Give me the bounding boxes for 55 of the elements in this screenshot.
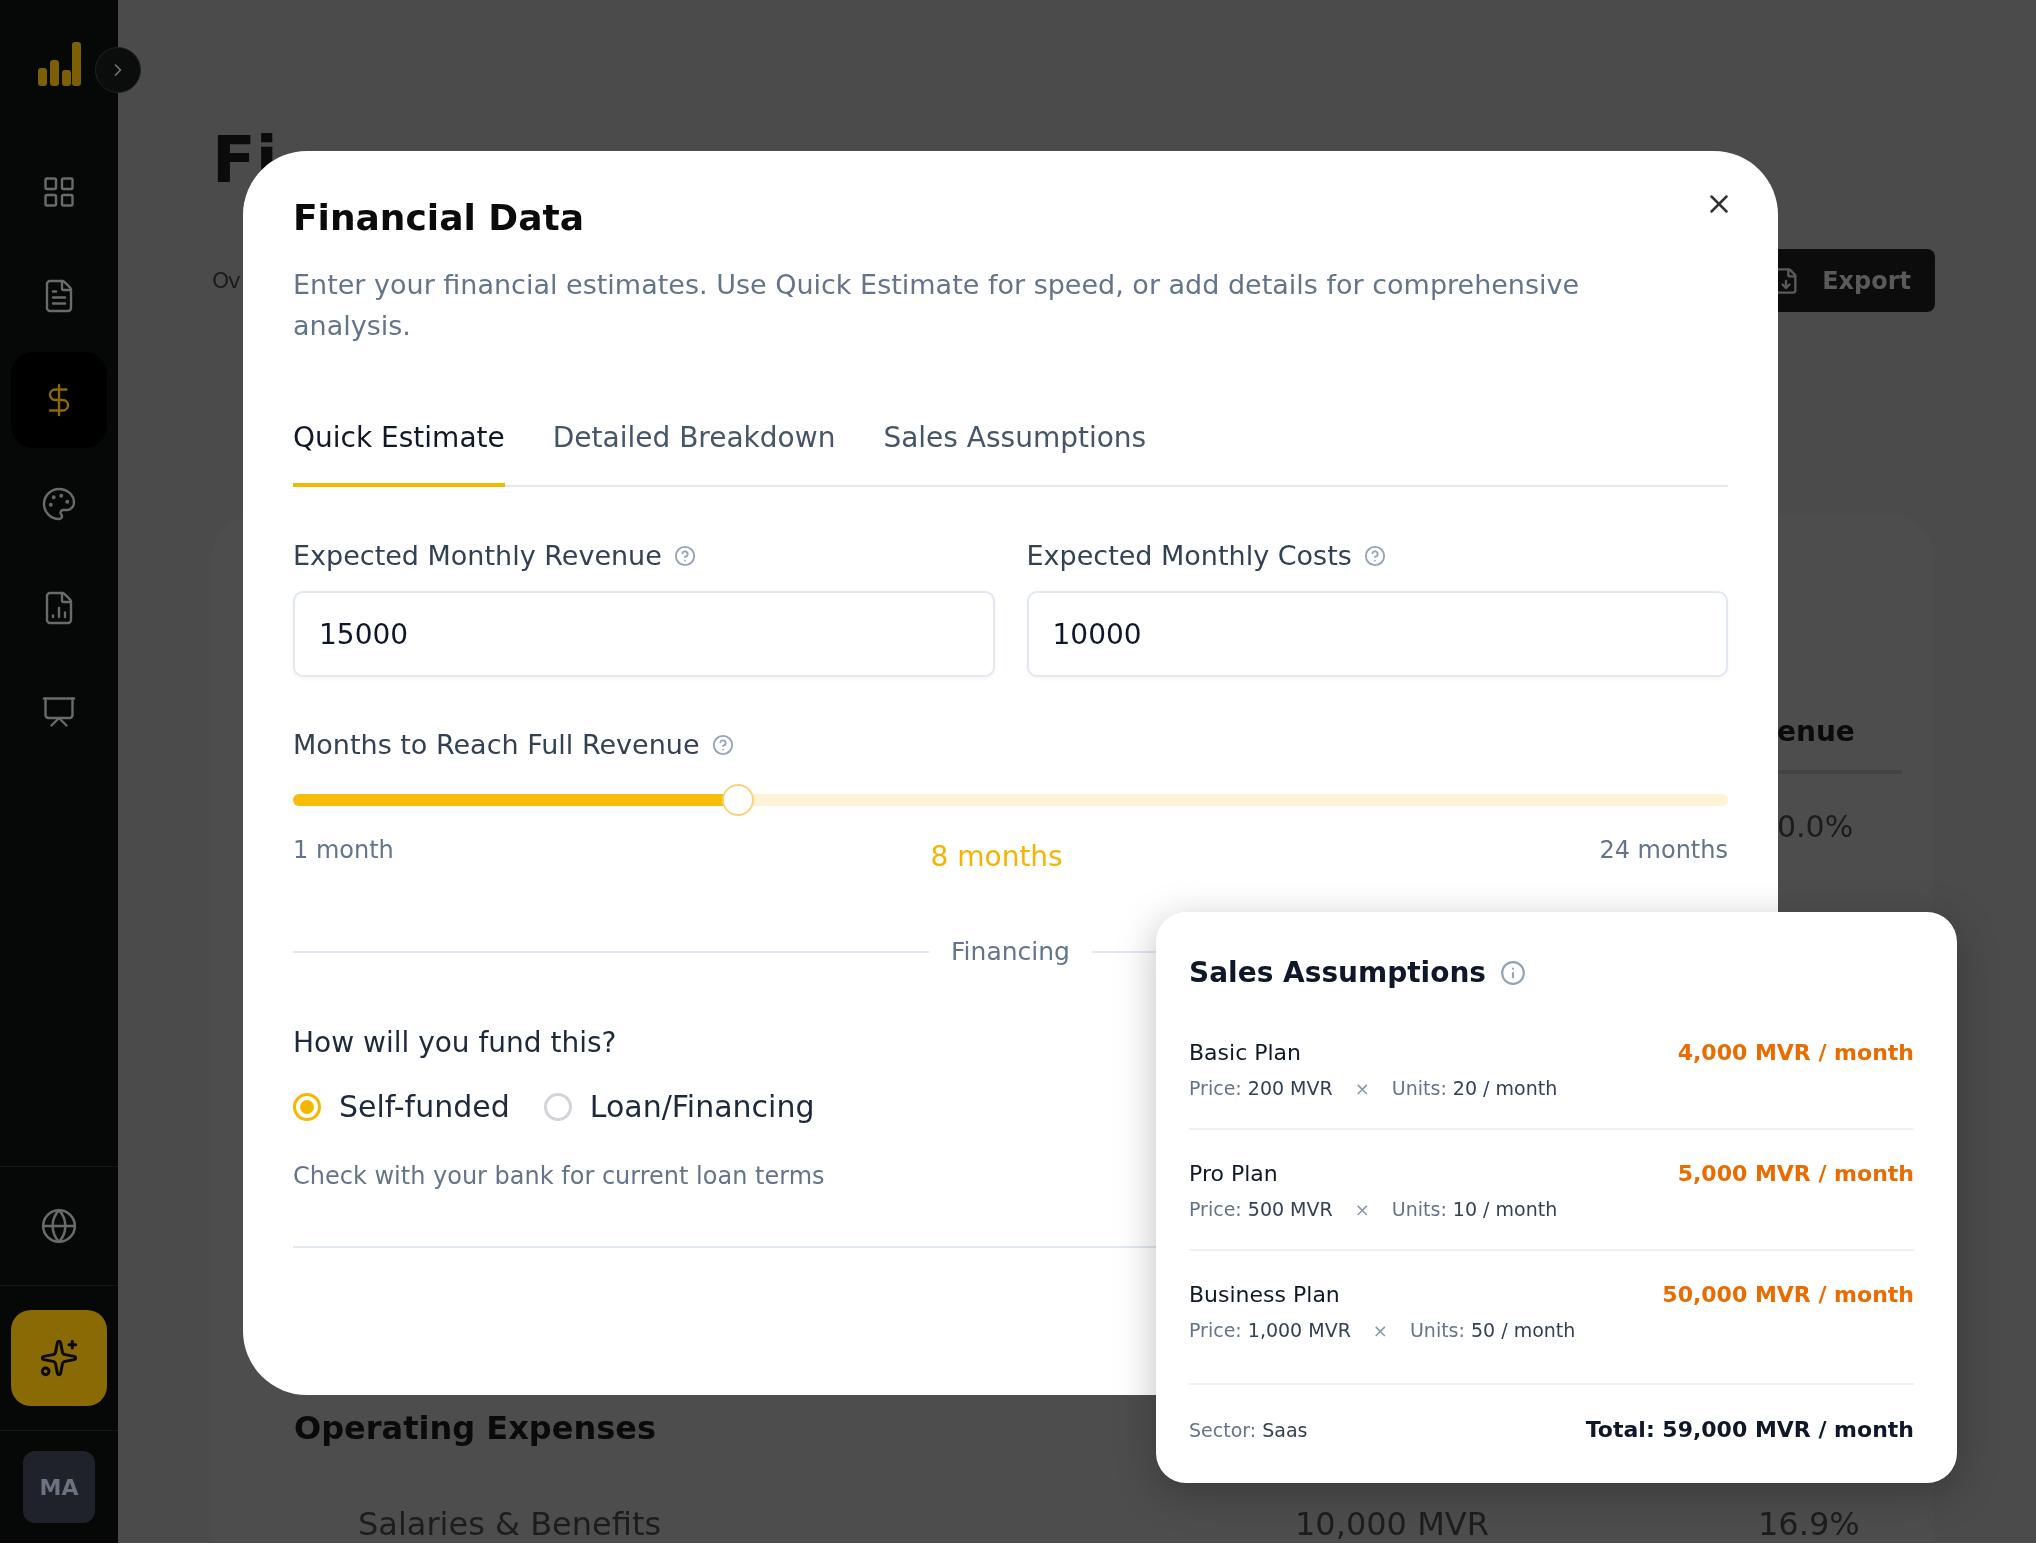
multiply-sign: × [1354, 1077, 1370, 1099]
info-icon[interactable] [1500, 959, 1527, 986]
slider-thumb[interactable] [721, 784, 754, 816]
help-icon[interactable] [711, 733, 734, 756]
card-title: Sales Assumptions [1189, 956, 1487, 989]
palette-icon [41, 486, 77, 522]
plan-units: Units: 50 / month [1409, 1319, 1576, 1341]
multiply-sign: × [1372, 1319, 1388, 1341]
plan-units: Units: 10 / month [1391, 1198, 1558, 1220]
help-icon[interactable] [1363, 544, 1386, 567]
plan-revenue: 50,000 MVR / month [1662, 1282, 1914, 1307]
help-icon[interactable] [673, 544, 696, 567]
plan-name: Pro Plan [1189, 1161, 1279, 1186]
plan-revenue: 5,000 MVR / month [1677, 1161, 1914, 1186]
nav-item[interactable] [11, 352, 107, 448]
tab[interactable]: Sales Assumptions [883, 421, 1147, 487]
slider-track[interactable] [293, 784, 1728, 816]
funding-note: Check with your bank for current loan terms [293, 1162, 825, 1190]
tab[interactable]: Detailed Breakdown [552, 421, 836, 487]
presentation-icon [41, 694, 77, 730]
plan-revenue: 4,000 MVR / month [1677, 1040, 1914, 1065]
grid-icon [41, 174, 77, 210]
min-label: 1 month [293, 836, 394, 864]
multiply-sign: × [1354, 1198, 1370, 1220]
plan-price: Price: 200 MVR [1189, 1077, 1333, 1099]
globe-button[interactable] [40, 1207, 78, 1245]
collapse-button[interactable] [95, 47, 141, 93]
field-label: Expected Monthly Costs [1026, 540, 1352, 571]
logo-icon [36, 40, 82, 88]
radio-option[interactable]: Loan/Financing [543, 1089, 815, 1124]
dialog-title: Financial Data [293, 197, 584, 238]
section-divider-label: Financing [951, 937, 1070, 966]
plan-name: Business Plan [1189, 1282, 1341, 1307]
globe-icon [40, 1207, 78, 1245]
plan-name: Basic Plan [1189, 1040, 1303, 1065]
plan-price: Price: 500 MVR [1189, 1198, 1333, 1220]
slider-value: 8 months [930, 840, 1063, 873]
input-field[interactable]: 15000 [293, 591, 995, 677]
field-label: Expected Monthly Revenue [293, 540, 662, 571]
max-label: 24 months [1599, 836, 1728, 864]
plan-price: Price: 1,000 MVR [1189, 1319, 1351, 1341]
radio-option[interactable]: Self-funded [293, 1089, 510, 1124]
sparkle-icon [39, 1338, 79, 1378]
radio-icon[interactable] [293, 1092, 321, 1121]
tab[interactable]: Quick Estimate [293, 421, 505, 487]
ai-assistant-button[interactable] [11, 1310, 107, 1406]
total-revenue: Total: 59,000 MVR / month [1585, 1417, 1914, 1442]
dialog-description: Enter your financial estimates. Use Quick Estimate for speed, or add details for comprehensive analysis. [293, 268, 1581, 343]
input-field[interactable]: 10000 [1026, 591, 1728, 677]
funding-question: How will you fund this? [293, 1026, 617, 1059]
section-title: Operating Expenses [294, 1409, 656, 1447]
plan-units: Units: 20 / month [1391, 1077, 1558, 1099]
sector-text: Sector: Saas [1189, 1418, 1308, 1441]
slider-label: Months to Reach Full Revenue [293, 729, 700, 760]
radio-icon[interactable] [543, 1092, 572, 1121]
